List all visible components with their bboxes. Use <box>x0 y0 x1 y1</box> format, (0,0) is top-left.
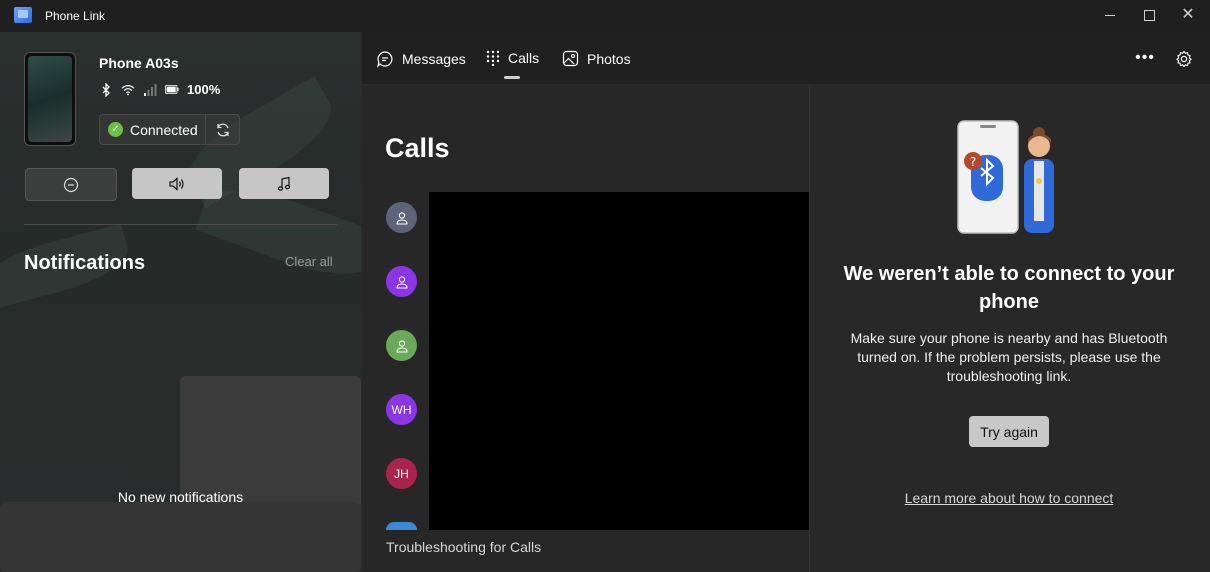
chat-icon <box>377 51 393 68</box>
close-icon: ✕ <box>1181 6 1195 23</box>
contact-avatar[interactable]: JH <box>386 458 417 489</box>
tab-messages-label: Messages <box>402 51 466 67</box>
window-title: Phone Link <box>45 9 106 23</box>
tab-photos[interactable]: Photos <box>562 50 631 67</box>
error-description: Make sure your phone is nearby and has B… <box>850 330 1168 384</box>
troubleshooting-link[interactable]: Troubleshooting for Calls <box>386 539 541 555</box>
bluetooth-help-illustration: ? <box>957 120 1054 234</box>
maximize-icon <box>1143 9 1155 21</box>
close-button[interactable]: ✕ <box>1168 0 1208 30</box>
more-options-button[interactable]: ••• <box>1135 49 1155 66</box>
refresh-icon <box>216 123 229 136</box>
minimize-icon <box>1105 14 1115 16</box>
empty-notifications-text: No new notifications <box>117 489 244 505</box>
calls-pane: Calls WH JH Troubleshooting for Calls <box>362 85 809 572</box>
error-title: We weren’t able to connect to your phone <box>843 263 1175 313</box>
check-icon: ✓ <box>108 122 123 137</box>
minus-circle-icon <box>63 177 79 192</box>
photo-icon <box>562 50 579 67</box>
tab-messages[interactable]: Messages <box>376 50 466 68</box>
refresh-button[interactable] <box>206 115 239 144</box>
dialpad-icon <box>486 50 500 66</box>
contact-avatar[interactable]: WH <box>386 394 417 425</box>
maximize-button[interactable] <box>1129 0 1169 30</box>
signal-icon <box>143 83 157 97</box>
connection-status-label: Connected <box>130 121 198 138</box>
battery-percent: 100% <box>187 82 221 97</box>
section-divider <box>24 224 337 225</box>
active-tab-indicator <box>504 76 520 79</box>
notifications-title: Notifications <box>24 252 146 274</box>
settings-button[interactable] <box>1175 50 1193 68</box>
person-icon <box>395 339 408 353</box>
svg-text:?: ? <box>970 155 976 169</box>
try-again-button[interactable]: Try again <box>969 416 1049 447</box>
phone-name: Phone A03s <box>99 55 179 71</box>
calls-heading: Calls <box>385 133 450 163</box>
wifi-icon <box>121 83 135 97</box>
tab-photos-label: Photos <box>587 50 631 67</box>
tab-calls-label: Calls <box>508 50 540 66</box>
more-icon: ••• <box>1135 49 1155 66</box>
speaker-icon <box>169 176 184 191</box>
contact-avatar[interactable] <box>386 202 417 233</box>
contact-avatar[interactable] <box>386 330 417 361</box>
contact-avatar[interactable] <box>386 266 417 297</box>
volume-button[interactable] <box>132 168 222 199</box>
clear-all-button[interactable]: Clear all <box>285 254 333 269</box>
person-icon <box>395 275 408 289</box>
device-panel: Phone A03s 100% ✓ Connected Notification… <box>0 32 361 572</box>
do-not-disturb-button[interactable] <box>25 168 117 201</box>
phone-link-app-icon <box>14 7 32 23</box>
connection-control: ✓ Connected <box>99 114 240 145</box>
music-note-icon <box>277 176 291 191</box>
background-pedestal <box>0 502 361 572</box>
gear-icon <box>1176 50 1192 68</box>
tab-bar: Messages Calls Photos ••• <box>362 32 1210 85</box>
connection-error-panel: ? We weren’t able to connect to your pho… <box>810 85 1210 572</box>
media-button[interactable] <box>239 168 329 199</box>
phone-thumbnail <box>24 52 76 146</box>
learn-more-link[interactable]: Learn more about how to connect <box>830 490 1188 506</box>
phone-status-row: 100% <box>99 82 220 97</box>
tab-calls[interactable]: Calls <box>486 50 539 66</box>
title-bar: Phone Link ✕ <box>0 0 1210 32</box>
bluetooth-icon <box>99 82 113 97</box>
redacted-call-list <box>429 192 809 530</box>
contact-avatar-partial[interactable] <box>386 522 417 530</box>
minimize-button[interactable] <box>1090 0 1130 30</box>
person-icon <box>395 211 408 225</box>
battery-icon <box>165 83 179 97</box>
connection-status-button[interactable]: ✓ Connected <box>100 115 205 144</box>
